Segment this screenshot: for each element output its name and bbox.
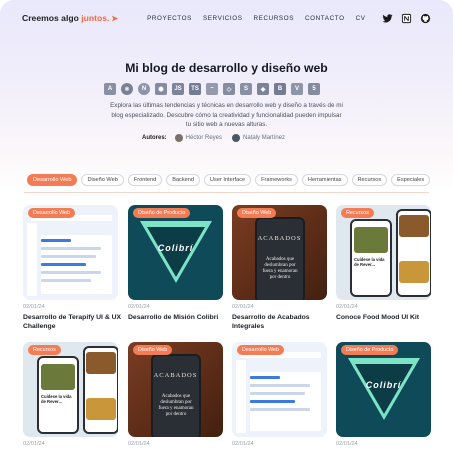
thumb-logo: ACABADOS xyxy=(257,235,302,242)
category-badge: Diseño Web xyxy=(133,345,173,355)
category-badge: Desarrollo Web xyxy=(28,208,76,218)
vite-icon: V xyxy=(291,83,303,95)
nav-link-recursos[interactable]: RECURSOS xyxy=(254,15,295,22)
author-name: Nataly Martínez xyxy=(243,135,286,141)
card-thumbnail[interactable]: Cuídese la vida de Rever... Recursos xyxy=(23,342,118,437)
divider xyxy=(24,192,429,193)
card-date: 02/01/24 xyxy=(23,304,45,310)
filter-frameworks[interactable]: Frameworks xyxy=(255,174,298,186)
thumb-text: Cuídese la vida de Rever... xyxy=(354,257,385,267)
js-icon: JS xyxy=(172,83,184,95)
blog-card[interactable]: Colibrí Diseño de Producto 02/01/24 Desa… xyxy=(128,205,223,321)
card-thumbnail[interactable]: Desarrollo Web xyxy=(23,205,118,300)
html-icon: 5 xyxy=(308,83,320,95)
thumb-word: Colibrí xyxy=(157,243,194,253)
card-title[interactable]: Desarrollo de Misión Colibrí xyxy=(128,313,228,322)
avatar xyxy=(174,134,183,142)
card-date: 02/01/24 xyxy=(232,441,254,447)
twitter-icon[interactable] xyxy=(382,13,393,24)
avatar xyxy=(232,134,241,142)
page: Creemos algo juntos. ➤ PROYECTOS SERVICIO… xyxy=(0,0,453,453)
nav-link-servicios[interactable]: SERVICIOS xyxy=(203,15,243,22)
filter-desarrollo-web[interactable]: Desarrollo Web xyxy=(27,174,78,186)
bootstrap-icon: B xyxy=(274,83,286,95)
nav-menu: PROYECTOS SERVICIOS RECURSOS CONTACTO CV xyxy=(147,15,365,22)
filter-herramientas[interactable]: Herramientas xyxy=(301,174,348,186)
nav-link-proyectos[interactable]: PROYECTOS xyxy=(147,15,192,22)
thumb-word: Colibrí xyxy=(365,380,402,390)
angular-icon: A xyxy=(104,83,116,95)
blog-card[interactable]: Colibrí Diseño de Producto 02/01/24 xyxy=(336,342,431,447)
tailwind-icon: ~ xyxy=(206,83,218,95)
card-date: 02/01/24 xyxy=(336,304,358,310)
category-badge: Desarrollo Web xyxy=(237,345,285,355)
filter-frontend[interactable]: Frontend xyxy=(127,174,163,186)
card-date: 02/01/24 xyxy=(336,441,358,447)
blog-card[interactable]: Desarrollo Web 02/01/24 xyxy=(232,342,327,447)
blog-card[interactable]: Cuídese la vida de Rever... Recursos 02/… xyxy=(336,205,431,321)
nav-link-contacto[interactable]: CONTACTO xyxy=(305,15,345,22)
notion-icon[interactable] xyxy=(401,13,412,24)
category-badge: Recursos xyxy=(28,345,61,355)
nuxt-icon: N xyxy=(138,83,150,95)
filter-diseno-web[interactable]: Diseño Web xyxy=(81,174,124,186)
card-date: 02/01/24 xyxy=(128,304,150,310)
react-icon: ⚛ xyxy=(121,83,133,95)
brand-logo[interactable]: Creemos algo juntos. ➤ xyxy=(22,13,118,23)
filter-recursos[interactable]: Recursos xyxy=(351,174,388,186)
nav-link-cv[interactable]: CV xyxy=(356,15,366,22)
thumb-logo: ACABADOS xyxy=(153,372,198,379)
rocket-icon: ➤ xyxy=(111,14,119,23)
author-nataly[interactable]: Nataly Martínez xyxy=(232,134,285,142)
thumb-text: Acabados que deslumbran por fuera y enam… xyxy=(262,257,298,280)
brand-accent: juntos. xyxy=(81,13,110,23)
author-name: Héctor Reyes xyxy=(185,135,223,141)
card-title[interactable]: Conoce Food Mood UI Kit xyxy=(336,313,436,322)
authors-label: Autores: xyxy=(142,135,167,141)
thumb-text: Acabados que deslumbran por fuera y enam… xyxy=(158,394,194,417)
card-thumbnail[interactable]: Colibrí Diseño de Producto xyxy=(336,342,431,437)
category-badge: Diseño Web xyxy=(237,208,277,218)
card-date: 02/01/24 xyxy=(23,441,45,447)
card-thumbnail[interactable]: ACABADOS Acabados que deslumbran por fue… xyxy=(232,205,327,300)
category-badge: Recursos xyxy=(341,208,374,218)
blog-card[interactable]: Cuídese la vida de Rever... Recursos 02/… xyxy=(23,342,118,447)
git-icon: ◆ xyxy=(257,83,269,95)
filter-backend[interactable]: Backend xyxy=(166,174,200,186)
blog-card[interactable]: Desarrollo Web 02/01/24 Desarrollo de Te… xyxy=(23,205,121,330)
top-nav: Creemos algo juntos. ➤ PROYECTOS SERVICIO… xyxy=(22,8,431,28)
filter-user-interface[interactable]: User Interface xyxy=(204,174,252,186)
card-thumbnail[interactable]: Desarrollo Web xyxy=(232,342,327,437)
social-links xyxy=(382,13,431,24)
authors: Autores: Héctor Reyes Nataly Martínez xyxy=(142,134,290,142)
category-badge: Diseño de Producto xyxy=(133,208,191,218)
tech-icons-row: A ⚛ N ⬢ JS TS ~ ◇ S ◆ B V 5 xyxy=(104,82,320,96)
blog-card[interactable]: ACABADOS Acabados que deslumbran por fue… xyxy=(128,342,223,447)
thumb-text: Cuídese la vida de Rever... xyxy=(41,394,72,404)
card-thumbnail[interactable]: ACABADOS Acabados que deslumbran por fue… xyxy=(128,342,223,437)
card-title[interactable]: Desarrollo de Acabados Integrales xyxy=(232,313,332,331)
github-icon[interactable] xyxy=(420,13,431,24)
card-date: 02/01/24 xyxy=(232,304,254,310)
codepen-icon: ◇ xyxy=(223,83,235,95)
brand-prefix: Creemos algo xyxy=(22,13,79,23)
card-date: 02/01/24 xyxy=(128,441,150,447)
blog-card[interactable]: ACABADOS Acabados que deslumbran por fue… xyxy=(232,205,327,330)
sass-icon: S xyxy=(240,83,252,95)
card-thumbnail[interactable]: Colibrí Diseño de Producto xyxy=(128,205,223,300)
nodejs-icon: ⬢ xyxy=(155,83,167,95)
category-filters: Desarrollo Web Diseño Web Frontend Backe… xyxy=(27,174,431,186)
ts-icon: TS xyxy=(189,83,201,95)
filter-especiales[interactable]: Especiales xyxy=(391,174,431,186)
card-thumbnail[interactable]: Cuídese la vida de Rever... Recursos xyxy=(336,205,431,300)
page-title: Mi blog de desarrollo y diseño web xyxy=(125,61,328,75)
hero-description: Explora las últimas tendencias y técnica… xyxy=(110,102,343,129)
card-title[interactable]: Desarrollo de Terapify UI & UX Challenge xyxy=(23,313,123,331)
category-badge: Diseño de Producto xyxy=(341,345,399,355)
author-hector[interactable]: Héctor Reyes xyxy=(174,134,223,142)
